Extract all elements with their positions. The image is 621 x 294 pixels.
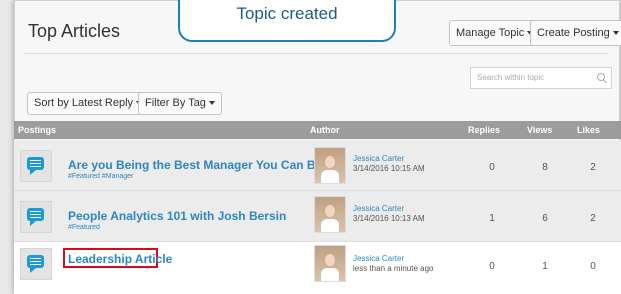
- author-avatar[interactable]: [314, 196, 346, 233]
- chevron-down-icon: [208, 101, 215, 106]
- search-icon[interactable]: [597, 73, 605, 81]
- posting-title-link[interactable]: Are you Being the Best Manager You Can B…: [68, 158, 330, 172]
- toast-message: Topic created: [236, 4, 338, 23]
- author-avatar[interactable]: [314, 245, 346, 282]
- posting-title-link[interactable]: Leadership Article: [68, 252, 172, 266]
- column-header-replies[interactable]: Replies: [468, 121, 500, 139]
- posting-date: 3/14/2016 10:13 AM: [353, 214, 425, 223]
- chat-bubble-icon: [20, 248, 52, 280]
- views-count: 6: [542, 213, 548, 224]
- table-row: People Analytics 101 with Josh Bersin #F…: [14, 191, 621, 242]
- page-title: Top Articles: [28, 21, 121, 41]
- create-posting-button[interactable]: Create Posting: [530, 20, 621, 46]
- author-avatar[interactable]: [314, 147, 346, 184]
- likes-count: 2: [590, 162, 596, 173]
- sort-dropdown[interactable]: Sort by Latest Reply: [27, 92, 150, 115]
- manage-topic-label: Manage Topic: [456, 27, 525, 39]
- search-input[interactable]: Search within topic: [470, 67, 612, 89]
- column-header-likes[interactable]: Likes: [577, 121, 600, 139]
- column-header-postings[interactable]: Postings: [18, 121, 56, 139]
- author-name-link[interactable]: Jessica Carter: [353, 154, 404, 163]
- search-placeholder: Search within topic: [477, 73, 545, 82]
- filter-label: Filter By Tag: [145, 97, 206, 109]
- chat-bubble-icon: [20, 150, 52, 182]
- table-row: Are you Being the Best Manager You Can B…: [14, 140, 621, 191]
- table-header: Postings Author Replies Views Likes: [14, 121, 621, 139]
- author-name-link[interactable]: Jessica Carter: [353, 254, 404, 263]
- replies-count: 1: [489, 213, 495, 224]
- column-header-views[interactable]: Views: [527, 121, 552, 139]
- chevron-down-icon: [612, 31, 619, 36]
- author-name-link[interactable]: Jessica Carter: [353, 204, 404, 213]
- likes-count: 0: [590, 261, 596, 272]
- filter-by-tag-dropdown[interactable]: Filter By Tag: [138, 92, 222, 115]
- likes-count: 2: [590, 213, 596, 224]
- views-count: 8: [542, 162, 548, 173]
- header-divider: [25, 53, 609, 54]
- posting-tags[interactable]: #Featured #Manager: [68, 173, 133, 180]
- manage-topic-button[interactable]: Manage Topic: [449, 20, 541, 46]
- posting-tags[interactable]: #Featured: [68, 224, 100, 231]
- posting-date: less than a minute ago: [353, 264, 434, 273]
- create-posting-label: Create Posting: [537, 27, 610, 39]
- chat-bubble-icon: [20, 201, 52, 233]
- views-count: 1: [542, 261, 548, 272]
- posting-title-link[interactable]: People Analytics 101 with Josh Bersin: [68, 209, 286, 223]
- posting-date: 3/14/2016 10:15 AM: [353, 164, 425, 173]
- replies-count: 0: [489, 261, 495, 272]
- replies-count: 0: [489, 162, 495, 173]
- table-row: Leadership Article Jessica Carter less t…: [14, 242, 621, 294]
- topic-created-toast: Topic created: [178, 0, 396, 42]
- sort-label: Sort by Latest Reply: [34, 97, 134, 109]
- column-header-author[interactable]: Author: [310, 121, 340, 139]
